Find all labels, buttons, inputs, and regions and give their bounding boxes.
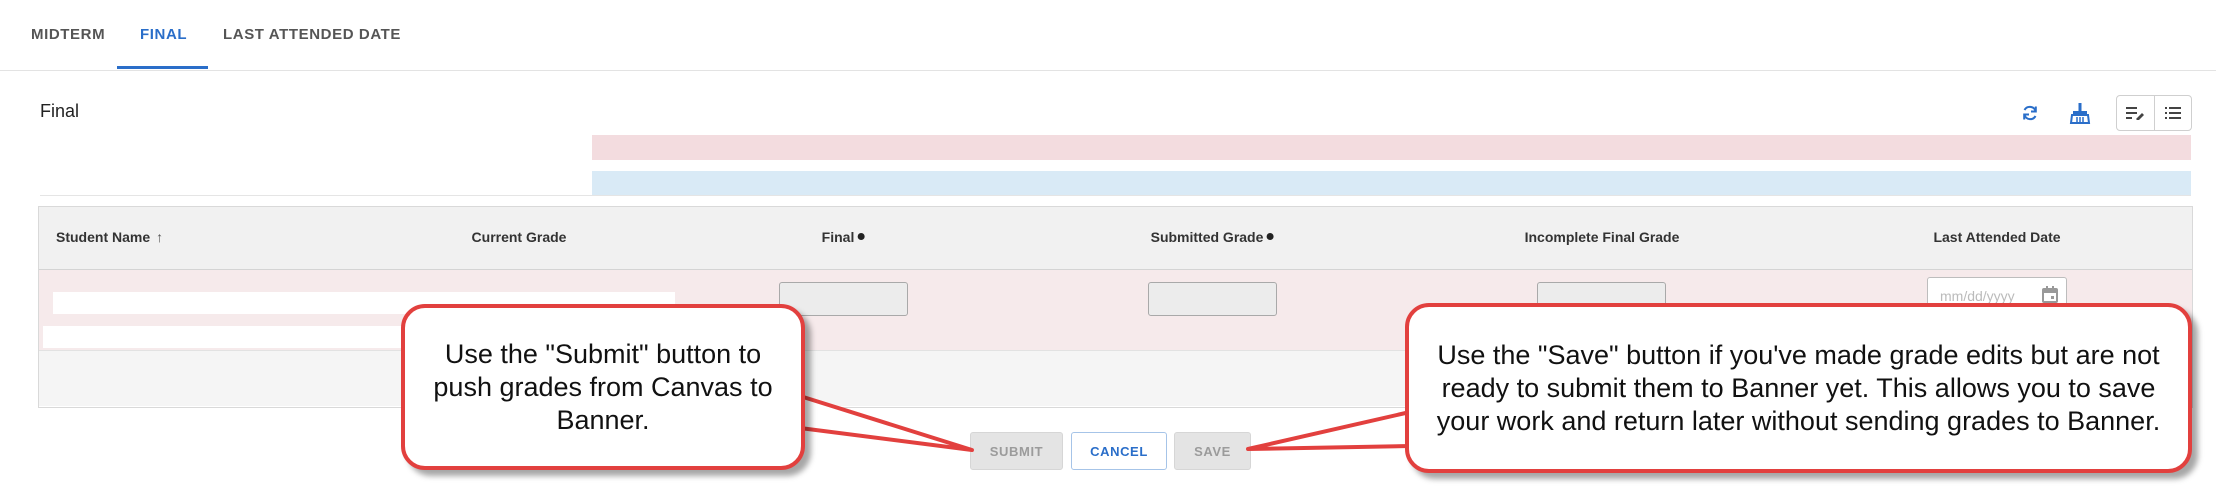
submit-callout: Use the "Submit" button to push grades f… xyxy=(401,304,805,470)
save-callout-text: Use the "Save" button if you've made gra… xyxy=(1436,339,2161,436)
save-callout: Use the "Save" button if you've made gra… xyxy=(1405,303,2192,473)
submit-callout-text: Use the "Submit" button to push grades f… xyxy=(433,338,773,435)
